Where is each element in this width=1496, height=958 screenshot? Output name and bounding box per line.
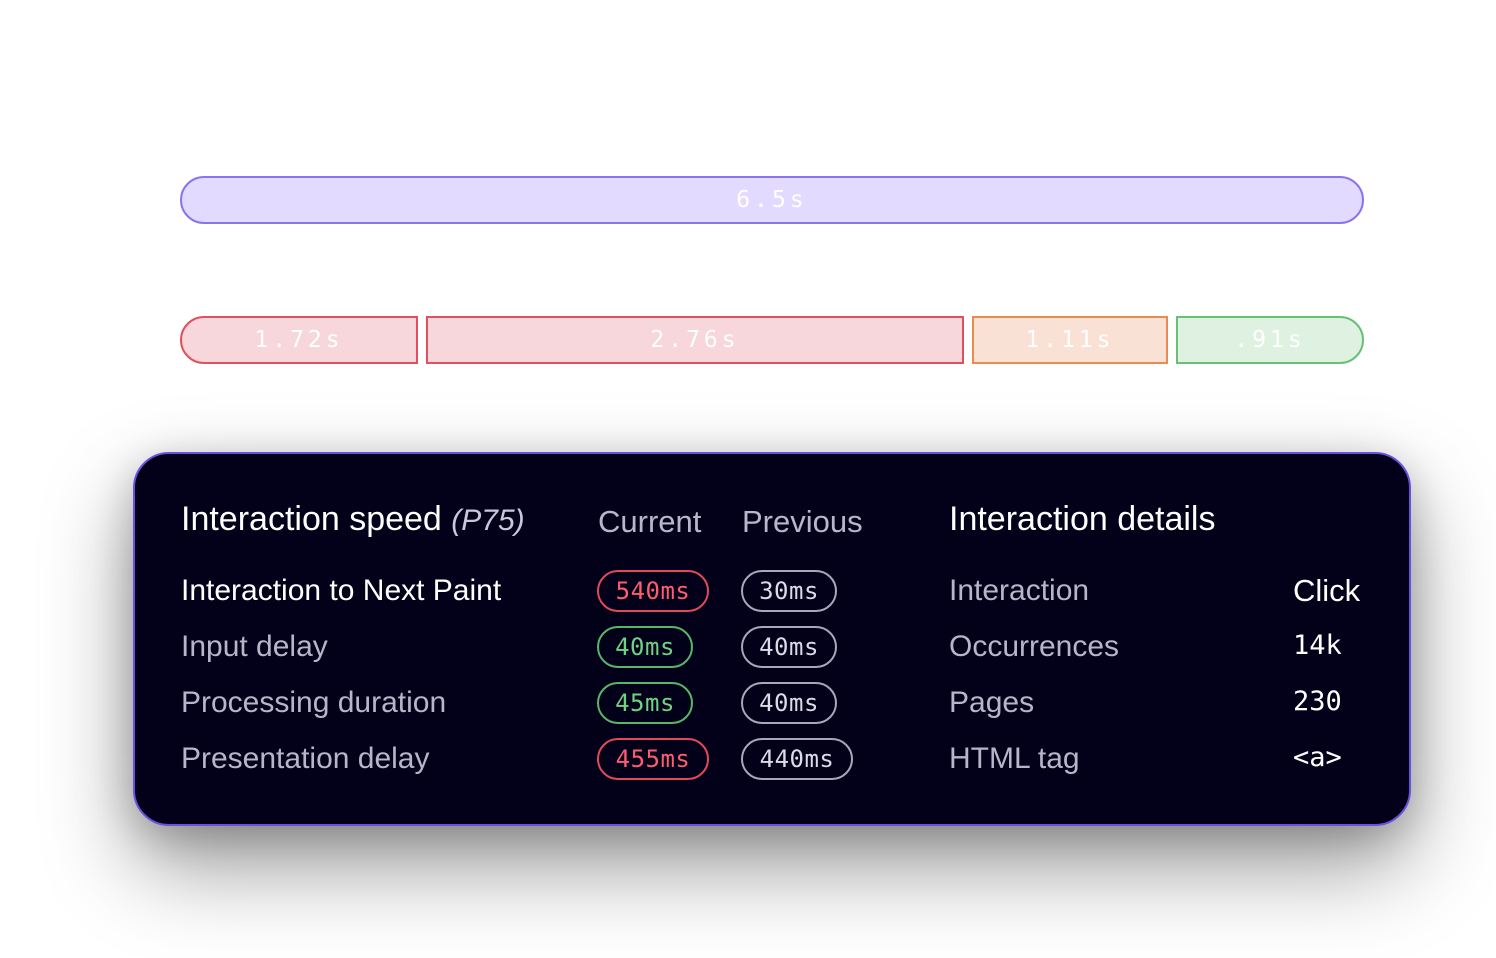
segment-label: 1.11s	[1025, 327, 1115, 353]
speed-subtitle: (P75)	[451, 504, 525, 537]
stage: 6.5s 1.72s 2.76s 1.11s .91s Interaction …	[0, 0, 1496, 958]
detail-value-pages: 230	[1293, 686, 1342, 717]
metric-label-input-delay: Input delay	[181, 630, 328, 663]
detail-value-occurrences: 14k	[1293, 630, 1342, 661]
detail-label-html-tag: HTML tag	[949, 742, 1080, 775]
column-current: Current	[598, 504, 702, 539]
segment-label: .91s	[1234, 327, 1306, 353]
metric-label-inp: Interaction to Next Paint	[181, 574, 502, 607]
segment-label: 1.72s	[254, 327, 344, 353]
current-value-pill: 455ms	[597, 738, 709, 780]
previous-value-pill: 40ms	[741, 626, 837, 668]
interaction-card: Interaction speed (P75) Current Previous…	[133, 452, 1411, 826]
segment-other: .91s	[1176, 316, 1364, 364]
speed-title-text: Interaction speed	[181, 500, 442, 538]
detail-label-pages: Pages	[949, 686, 1035, 719]
segment-presentation: 1.11s	[972, 316, 1168, 364]
column-previous: Previous	[742, 504, 863, 539]
detail-label-occurrences: Occurrences	[949, 630, 1120, 663]
detail-value-interaction: Click	[1293, 573, 1361, 608]
current-value-pill: 40ms	[597, 626, 693, 668]
segment-processing: 2.76s	[426, 316, 964, 364]
segment-input-delay: 1.72s	[180, 316, 418, 364]
speed-title: Interaction speed (P75)	[181, 500, 525, 539]
segment-label: 2.76s	[650, 327, 740, 353]
current-value-pill: 45ms	[597, 682, 693, 724]
previous-value-pill: 30ms	[741, 570, 837, 612]
details-title: Interaction details	[949, 500, 1216, 538]
metric-label-presentation: Presentation delay	[181, 742, 430, 775]
total-duration-label: 6.5s	[736, 187, 808, 213]
previous-value-pill: 440ms	[741, 738, 853, 780]
current-value-pill: 540ms	[597, 570, 709, 612]
previous-value-pill: 40ms	[741, 682, 837, 724]
detail-label-interaction: Interaction	[949, 574, 1090, 607]
detail-value-html-tag: <a>	[1293, 742, 1342, 773]
total-duration-bar: 6.5s	[180, 176, 1364, 224]
metric-label-processing: Processing duration	[181, 686, 447, 719]
